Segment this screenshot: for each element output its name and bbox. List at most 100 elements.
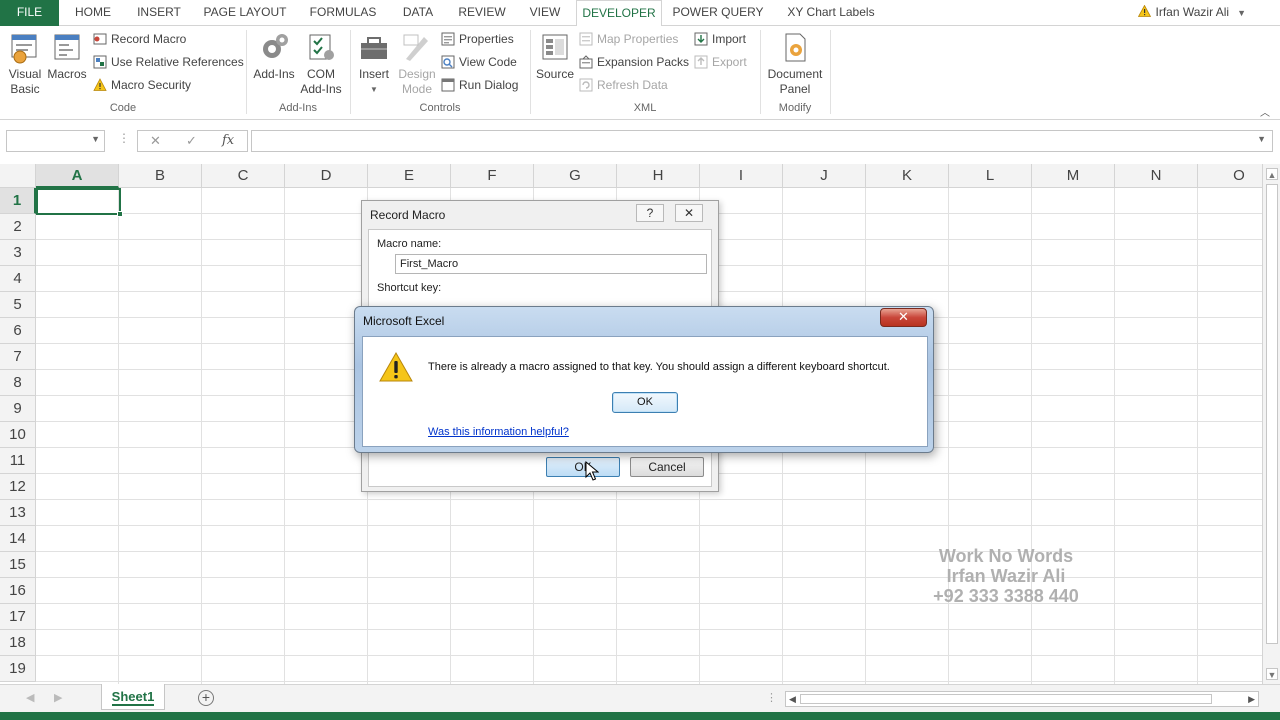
name-box[interactable]: ▼ [6,130,105,152]
row-header-9[interactable]: 9 [0,396,36,422]
tab-insert[interactable]: INSERT [129,0,189,26]
map-properties-button[interactable]: Map Properties [579,29,678,49]
select-all-corner[interactable] [0,164,36,188]
column-header-j[interactable]: J [783,164,866,188]
tab-page-layout[interactable]: PAGE LAYOUT [198,0,292,26]
enter-icon[interactable]: ✓ [186,133,197,149]
row-header-15[interactable]: 15 [0,552,36,578]
tab-data[interactable]: DATA [393,0,443,26]
column-header-k[interactable]: K [866,164,949,188]
record-macro-ok-button[interactable]: OK [546,457,620,477]
refresh-data-button[interactable]: Refresh Data [579,75,668,95]
row-header-12[interactable]: 12 [0,474,36,500]
cancel-icon[interactable]: ✕ [150,133,161,149]
design-mode-button[interactable]: Design Mode [396,31,438,97]
add-sheet-icon[interactable]: + [198,690,214,706]
column-header-f[interactable]: F [451,164,534,188]
view-code-button[interactable]: View Code [441,52,517,72]
macro-security-button[interactable]: Macro Security [93,75,191,95]
row-header-1[interactable]: 1 [0,188,36,214]
column-header-n[interactable]: N [1115,164,1198,188]
scroll-left-icon[interactable]: ◀ [789,692,796,706]
active-cell-a1[interactable] [36,188,123,217]
formula-bar-splitter[interactable]: ⋮ [118,131,130,145]
tab-home[interactable]: HOME [65,0,121,26]
insert-function-button[interactable]: fx [222,133,234,148]
macros-button[interactable]: Macros [46,31,88,82]
export-button[interactable]: Export [694,52,747,72]
record-macro-cancel-button[interactable]: Cancel [630,457,704,477]
formula-input[interactable]: ▼ [251,130,1273,152]
tab-file[interactable]: FILE [0,0,59,26]
help-link[interactable]: Was this information helpful? [428,426,569,438]
column-header-d[interactable]: D [285,164,368,188]
visual-basic-button[interactable]: Visual Basic [6,31,44,97]
column-header-b[interactable]: B [119,164,202,188]
row-header-14[interactable]: 14 [0,526,36,552]
row-header-16[interactable]: 16 [0,578,36,604]
vertical-scroll-thumb[interactable] [1266,184,1278,644]
column-header-a[interactable]: A [36,164,119,188]
sheet-tab-sheet1[interactable]: Sheet1 [101,684,165,710]
sheet-prev-icon[interactable]: ◀ [26,691,34,704]
scroll-right-icon[interactable]: ▶ [1248,692,1255,706]
tab-review[interactable]: REVIEW [452,0,512,26]
tab-view[interactable]: VIEW [522,0,568,26]
row-header-6[interactable]: 6 [0,318,36,344]
row-header-5[interactable]: 5 [0,292,36,318]
properties-button[interactable]: Properties [441,29,514,49]
com-add-ins-button[interactable]: COM Add-Ins [299,31,343,97]
gear-icon [263,34,288,58]
row-header-3[interactable]: 3 [0,240,36,266]
xml-source-button[interactable]: Source [535,31,575,82]
column-header-c[interactable]: C [202,164,285,188]
chevron-down-icon[interactable]: ▼ [91,134,100,144]
column-header-i[interactable]: I [700,164,783,188]
column-header-h[interactable]: H [617,164,700,188]
alert-ok-button[interactable]: OK [612,392,678,413]
chevron-down-icon[interactable]: ▼ [1257,134,1266,144]
column-header-m[interactable]: M [1032,164,1115,188]
column-header-o[interactable]: O [1198,164,1262,188]
alert-close-button[interactable]: ✕ [880,308,927,327]
column-header-g[interactable]: G [534,164,617,188]
user-account[interactable]: Irfan Wazir Ali ▼ [1137,0,1246,26]
row-header-10[interactable]: 10 [0,422,36,448]
help-button[interactable]: ? [636,204,664,222]
macro-name-input[interactable]: First_Macro [395,254,707,274]
import-button[interactable]: Import [694,29,746,49]
tab-xy-chart-labels[interactable]: XY Chart Labels [778,0,884,26]
row-header-8[interactable]: 8 [0,370,36,396]
close-button[interactable]: ✕ [675,204,703,222]
record-macro-button[interactable]: Record Macro [93,29,186,49]
row-header-19[interactable]: 19 [0,656,36,682]
row-header-7[interactable]: 7 [0,344,36,370]
row-header-4[interactable]: 4 [0,266,36,292]
column-header-l[interactable]: L [949,164,1032,188]
tab-power-query[interactable]: POWER QUERY [670,0,766,26]
horizontal-scrollbar[interactable]: ◀ ▶ [785,691,1259,707]
insert-control-button[interactable]: Insert ▼ [355,31,393,97]
scroll-down-icon[interactable]: ▼ [1266,668,1278,680]
row-header-13[interactable]: 13 [0,500,36,526]
horizontal-scroll-thumb[interactable] [800,694,1212,704]
sheet-next-icon[interactable]: ▶ [54,691,62,704]
tab-developer[interactable]: DEVELOPER [576,0,662,27]
tab-formulas[interactable]: FORMULAS [303,0,383,26]
row-header-17[interactable]: 17 [0,604,36,630]
fill-handle[interactable] [117,211,123,217]
warning-icon [379,352,413,382]
row-header-18[interactable]: 18 [0,630,36,656]
expansion-packs-button[interactable]: Expansion Packs [579,52,689,72]
collapse-ribbon-icon[interactable]: ︿ [1260,104,1270,119]
column-header-e[interactable]: E [368,164,451,188]
row-header-11[interactable]: 11 [0,448,36,474]
use-relative-references-button[interactable]: Use Relative References [93,52,244,72]
document-panel-button[interactable]: Document Panel [764,31,826,97]
run-dialog-button[interactable]: Run Dialog [441,75,518,95]
scroll-up-icon[interactable]: ▲ [1266,168,1278,180]
row-header-2[interactable]: 2 [0,214,36,240]
vertical-scrollbar[interactable]: ▲ ▼ [1262,164,1280,684]
tab-splitter-icon[interactable]: ⋮ [766,691,777,704]
add-ins-button[interactable]: Add-Ins [251,31,297,82]
